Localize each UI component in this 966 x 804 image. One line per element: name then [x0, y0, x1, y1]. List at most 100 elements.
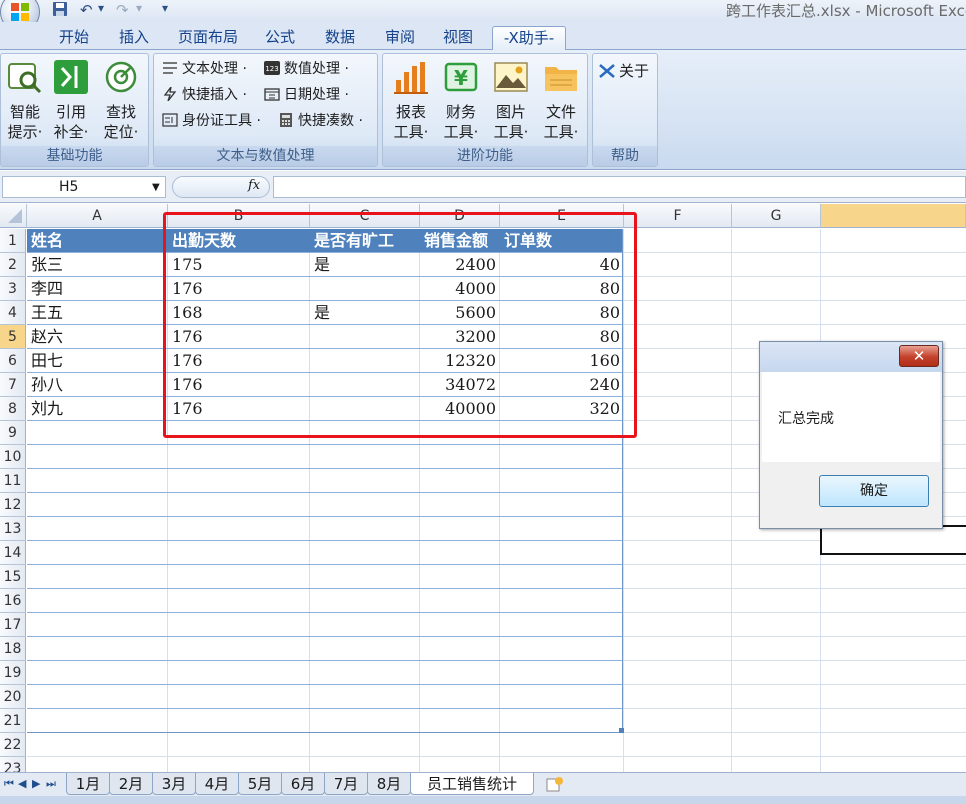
insert-function-icon[interactable]: fx: [248, 178, 260, 193]
cell-name[interactable]: 王五: [27, 301, 168, 325]
last-sheet-icon[interactable]: ⏭: [46, 777, 56, 791]
quick-sum-button[interactable]: 快捷凑数 ·: [278, 110, 363, 132]
table-row-separator: [27, 684, 623, 685]
row-header[interactable]: 4: [0, 301, 26, 325]
tab-review[interactable]: 审阅: [378, 26, 422, 50]
name-box-dropdown-icon[interactable]: ▼: [152, 182, 160, 193]
reference-complete-button[interactable]: 引用 补全·: [47, 58, 95, 142]
column-header-h[interactable]: [821, 204, 966, 228]
row-header[interactable]: 21: [0, 709, 26, 733]
row-header[interactable]: 3: [0, 277, 26, 301]
cell-name[interactable]: 刘九: [27, 397, 168, 421]
cell-name[interactable]: 赵六: [27, 325, 168, 349]
cell-name[interactable]: 田七: [27, 349, 168, 373]
row-header[interactable]: 1: [0, 229, 26, 253]
row-header[interactable]: 14: [0, 541, 26, 565]
folder-icon: [545, 67, 577, 91]
ribbon-tab-bar: 开始 插入 页面布局 公式 数据 审阅 视图 -X助手-: [0, 22, 966, 50]
id-card-tool-icon: [162, 113, 178, 127]
row-header[interactable]: 6: [0, 349, 26, 373]
column-header-g[interactable]: G: [732, 204, 821, 228]
tab-home[interactable]: 开始: [52, 26, 96, 50]
first-sheet-icon[interactable]: ⏮: [4, 777, 14, 791]
sheet-tab[interactable]: 8月: [367, 773, 411, 795]
sheet-tab-bar: ⏮ ◀ ▶ ⏭ 1月 2月 3月 4月 5月 6月 7月 8月 员工销售统计: [0, 772, 966, 796]
table-row-separator: [27, 588, 623, 589]
row-header[interactable]: 2: [0, 253, 26, 277]
dialog-ok-button[interactable]: 确定: [819, 475, 929, 507]
table-row-separator: [27, 708, 623, 709]
row-header[interactable]: 5: [0, 325, 26, 349]
about-button[interactable]: 关于: [599, 60, 649, 82]
group-label-help: 帮助: [593, 146, 657, 166]
cell-name[interactable]: 李四: [27, 277, 168, 301]
tab-view[interactable]: 视图: [436, 26, 480, 50]
sheet-tab[interactable]: 员工销售统计: [410, 773, 534, 795]
formula-input[interactable]: [273, 176, 966, 198]
row-header[interactable]: 19: [0, 661, 26, 685]
find-locate-button[interactable]: 查找 定位·: [97, 58, 145, 142]
undo-icon[interactable]: ↶: [80, 1, 93, 19]
sheet-tab[interactable]: 7月: [324, 773, 368, 795]
cell-name[interactable]: 张三: [27, 253, 168, 277]
sheet-tab[interactable]: 1月: [66, 773, 110, 795]
cell-name[interactable]: 孙八: [27, 373, 168, 397]
column-header-a[interactable]: A: [27, 204, 168, 228]
tab-formulas[interactable]: 公式: [258, 26, 302, 50]
row-header[interactable]: 8: [0, 397, 26, 421]
insert-sheet-icon[interactable]: [546, 776, 564, 792]
picture-tool-button[interactable]: 图片 工具·: [487, 58, 535, 142]
dialog-close-button[interactable]: ✕: [899, 345, 939, 367]
tab-x-helper[interactable]: -X助手-: [492, 26, 566, 50]
row-header[interactable]: 16: [0, 589, 26, 613]
id-card-tool-button[interactable]: 身份证工具 ·: [162, 110, 261, 132]
smart-hint-button[interactable]: 智能 提示·: [1, 58, 49, 142]
table-header-name[interactable]: 姓名: [27, 229, 168, 253]
report-tool-button[interactable]: 报表 工具·: [387, 58, 435, 142]
row-header[interactable]: 23: [0, 757, 26, 772]
file-tool-button[interactable]: 文件 工具·: [537, 58, 585, 142]
name-box[interactable]: H5: [2, 176, 166, 198]
row-header[interactable]: 11: [0, 469, 26, 493]
sheet-tab[interactable]: 4月: [195, 773, 239, 795]
sheet-tab[interactable]: 6月: [281, 773, 325, 795]
sheet-tab[interactable]: 2月: [109, 773, 153, 795]
table-row-separator: [27, 444, 623, 445]
tab-data[interactable]: 数据: [318, 26, 362, 50]
customize-quick-access-icon[interactable]: ▾: [162, 1, 168, 15]
row-header[interactable]: 7: [0, 373, 26, 397]
row-header[interactable]: 9: [0, 421, 26, 445]
report-chart-icon: [394, 62, 428, 94]
undo-dropdown-icon[interactable]: ▾: [98, 1, 104, 15]
row-header[interactable]: 13: [0, 517, 26, 541]
finance-tool-button[interactable]: ¥ 财务 工具·: [437, 58, 485, 142]
sheet-tab[interactable]: 3月: [152, 773, 196, 795]
date-process-button[interactable]: 日期处理 ·: [264, 84, 349, 106]
table-row-separator: [27, 636, 623, 637]
tab-page-layout[interactable]: 页面布局: [172, 26, 244, 50]
column-header-f[interactable]: F: [624, 204, 732, 228]
picture-icon: [494, 62, 528, 92]
redo-icon[interactable]: ↷: [116, 1, 129, 19]
quick-insert-icon: [163, 87, 177, 101]
quick-insert-button[interactable]: 快捷插入 ·: [162, 84, 247, 106]
row-header[interactable]: 17: [0, 613, 26, 637]
table-resize-handle[interactable]: [619, 728, 624, 733]
row-header[interactable]: 18: [0, 637, 26, 661]
number-process-button[interactable]: 123 数值处理 ·: [264, 58, 349, 80]
prev-sheet-icon[interactable]: ◀: [18, 777, 26, 790]
text-process-button[interactable]: 文本处理 ·: [162, 58, 247, 80]
row-header[interactable]: 22: [0, 733, 26, 757]
redo-dropdown-icon[interactable]: ▾: [136, 1, 142, 15]
sheet-tab[interactable]: 5月: [238, 773, 282, 795]
window-title: 跨工作表汇总.xlsx - Microsoft Exce: [726, 2, 966, 20]
shape-rectangle[interactable]: [820, 525, 966, 555]
save-icon[interactable]: [52, 1, 68, 17]
select-all-corner[interactable]: [0, 204, 27, 228]
row-header[interactable]: 20: [0, 685, 26, 709]
row-header[interactable]: 10: [0, 445, 26, 469]
row-header[interactable]: 12: [0, 493, 26, 517]
tab-insert[interactable]: 插入: [112, 26, 156, 50]
row-header[interactable]: 15: [0, 565, 26, 589]
next-sheet-icon[interactable]: ▶: [32, 777, 40, 790]
